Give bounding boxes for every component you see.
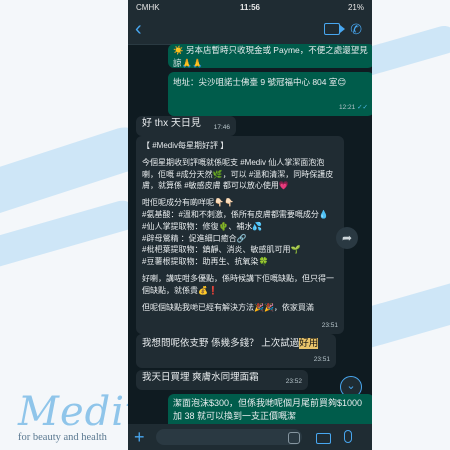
message-timestamp: 23:51	[313, 356, 330, 363]
message-line: #枇杷葉提取物：鎮靜、消炎、敏感肌可用🌱	[142, 245, 301, 255]
message-text: 好 thx 天日見	[142, 118, 201, 129]
message-text: ☀️ 另本店暫時只收現金或 Payme，不便之處還望見諒🙏🙏	[173, 45, 368, 68]
message-line: 【 #Mediv每星期好評 】	[142, 141, 229, 150]
message-line: 好喇，講咗咁多優點，係時候講下佢嘅缺點，但只得一個缺點，就係貴💰❗	[142, 273, 334, 295]
message-outgoing[interactable]: ☀️ 另本店暫時只收現金或 Payme，不便之處還望見諒🙏🙏	[168, 44, 372, 68]
input-bar: +	[128, 424, 372, 450]
status-bar: CMHK 11:56 21%	[128, 0, 372, 16]
message-incoming-review[interactable]: 【 #Mediv每星期好評 】 今個星期收到評嘅就係呢支 #Mediv 仙人掌潔…	[136, 136, 344, 334]
message-list[interactable]: ☀️ 另本店暫時只收現金或 Payme，不便之處還望見諒🙏🙏 地址：尖沙咀諾士佛…	[128, 44, 372, 424]
message-incoming[interactable]: 我想問呢依支野 係幾多錢？ 上次試過好用 23:51	[136, 334, 336, 368]
message-incoming[interactable]: 我天日買埋 爽膚水同埋面霜 23:52	[136, 370, 308, 390]
message-timestamp: 23:51	[321, 322, 338, 330]
message-timestamp: 17:46	[213, 123, 230, 131]
microphone-icon[interactable]	[344, 430, 352, 443]
battery-level: 21%	[347, 3, 364, 12]
message-line: 咁佢呢成分有啲咩呢👇🏻👇🏻	[142, 198, 234, 208]
message-timestamp: 23:52	[285, 377, 302, 385]
message-line: 但呢個缺點我哋已經有解決方法🎉🎉，依家買滿	[142, 302, 314, 312]
read-receipt-icon: ✓✓	[357, 103, 368, 111]
message-text: 地址：尖沙咀諾士佛臺 9 號冠福中心 804 室😊	[173, 77, 347, 87]
back-arrow-icon[interactable]: ‹	[135, 18, 142, 41]
message-text: 我想問呢依支野 係幾多錢？ 上次試過	[142, 338, 300, 349]
message-line: #豆薯根提取物：助再生、抗氧染🍀	[142, 257, 269, 267]
chat-header: ‹ ✆	[128, 16, 372, 45]
phone-screen: CMHK 11:56 21% ‹ ✆ ☀️ 另本店暫時只收現金或 Payme，不…	[128, 0, 372, 450]
message-line: #辟母鶯精 ：促進細口癒合🔗	[142, 233, 247, 243]
message-line: #仙人掌提取物：修復🌵、補水💦	[142, 221, 263, 231]
message-text-block: 【 #Mediv每星期好評 】 今個星期收到評嘅就係呢支 #Mediv 仙人掌潔…	[142, 140, 338, 313]
message-line: #氨基酸：#溫和不刺激，係所有皮膚都需要嘅成分💧	[142, 209, 329, 219]
camera-icon[interactable]	[316, 433, 331, 444]
message-timestamp: 12:21 ✓✓	[339, 103, 368, 111]
bg-brush-stroke	[0, 197, 141, 273]
highlighted-text: 好用	[299, 338, 319, 349]
message-input[interactable]	[156, 429, 302, 445]
message-text: 我天日買埋 爽膚水同埋面霜	[142, 372, 259, 383]
message-outgoing[interactable]: 地址：尖沙咀諾士佛臺 9 號冠福中心 804 室😊 12:21 ✓✓	[168, 72, 372, 116]
clock: 11:56	[239, 3, 261, 12]
share-icon[interactable]: ➦	[336, 227, 358, 249]
sticker-icon[interactable]	[288, 432, 300, 444]
message-line: 今個星期收到評嘅就係呢支 #Mediv 仙人掌潔面泡泡喇，佢嘅 #成分天然🌿，可…	[142, 157, 334, 191]
message-incoming[interactable]: 好 thx 天日見 17:46	[136, 116, 236, 136]
message-text: 潔面泡沫$300，但係我哋呢個月尾前買夠$1000 加 38 就可以換到一支正價…	[173, 398, 363, 421]
message-outgoing[interactable]: 潔面泡沫$300，但係我哋呢個月尾前買夠$1000 加 38 就可以換到一支正價…	[168, 394, 372, 424]
phone-call-icon[interactable]: ✆	[350, 21, 362, 38]
video-call-icon[interactable]	[324, 23, 345, 35]
plus-icon[interactable]: +	[134, 427, 145, 448]
